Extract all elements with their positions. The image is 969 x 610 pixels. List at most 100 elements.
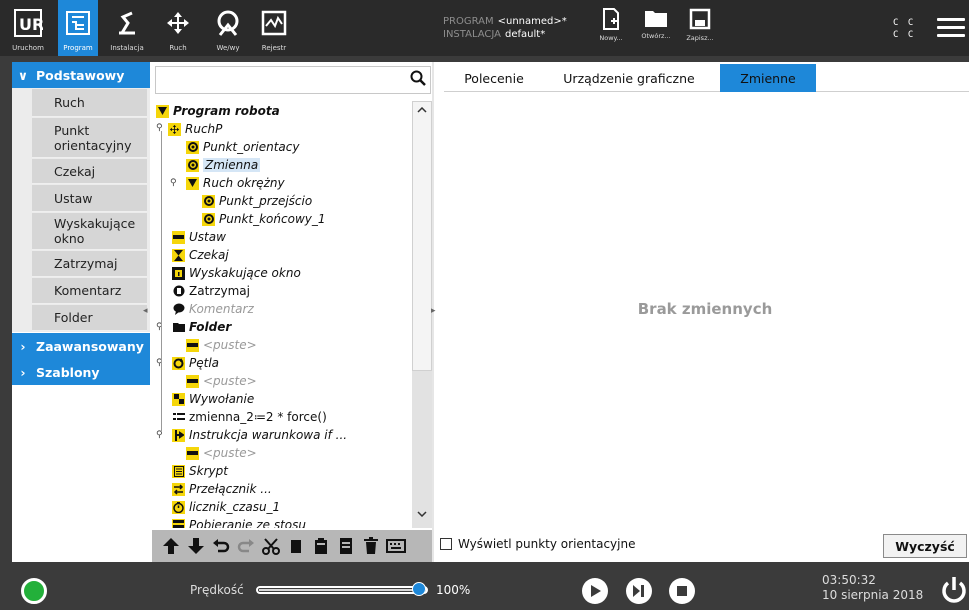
basic-item-set[interactable]: Ustaw bbox=[32, 185, 147, 212]
open-button[interactable]: Otwórz... bbox=[636, 8, 676, 52]
keyboard-icon[interactable] bbox=[383, 533, 408, 559]
new-button-label: Nowy... bbox=[599, 34, 623, 42]
tab-command[interactable]: Polecenie bbox=[444, 64, 544, 92]
chevron-down-icon[interactable] bbox=[412, 509, 432, 527]
speed-slider-knob[interactable] bbox=[412, 582, 426, 596]
nav-run[interactable]: UR Uruchom bbox=[0, 0, 56, 56]
category-advanced[interactable]: › Zaawansowany bbox=[12, 333, 150, 359]
program-icon bbox=[60, 6, 96, 40]
collapse-left-handle-icon[interactable]: ◂ bbox=[143, 306, 148, 316]
play-button[interactable] bbox=[582, 578, 608, 604]
nav-move-label: Ruch bbox=[169, 44, 187, 52]
paste-icon[interactable] bbox=[308, 533, 333, 559]
tree-root-label: Program robota bbox=[173, 104, 280, 118]
stop-icon bbox=[677, 586, 687, 596]
tree-node-call[interactable]: Wywołanie bbox=[172, 390, 254, 408]
step-button[interactable] bbox=[626, 578, 652, 604]
nav-installation-label: Instalacja bbox=[110, 44, 144, 52]
chevron-down-icon: ∨ bbox=[17, 67, 29, 83]
basic-item-wait[interactable]: Czekaj bbox=[32, 159, 147, 184]
timer-icon bbox=[172, 500, 185, 514]
tree-node-popup[interactable]: Wyskakujące okno bbox=[172, 264, 301, 282]
delete-icon[interactable] bbox=[358, 533, 383, 559]
tree-node-empty[interactable]: <puste> bbox=[186, 372, 257, 390]
nav-log[interactable]: Rejestr bbox=[256, 0, 292, 56]
tree-node-end-point[interactable]: Punkt_końcowy_1 bbox=[202, 210, 326, 228]
tree-node-set[interactable]: Ustaw bbox=[172, 228, 226, 246]
search-icon[interactable] bbox=[410, 70, 426, 90]
collapse-right-handle-icon[interactable]: ▸ bbox=[431, 306, 436, 316]
category-basic[interactable]: ∨ Podstawowy bbox=[12, 62, 150, 88]
copy-icon[interactable] bbox=[283, 533, 308, 559]
clock-date: 10 sierpnia 2018 bbox=[822, 588, 924, 602]
nav-io[interactable]: We/wy bbox=[210, 0, 246, 56]
tree-node-halt[interactable]: Zatrzymaj bbox=[172, 282, 250, 300]
category-templates[interactable]: › Szablony bbox=[12, 359, 150, 385]
move-up-icon[interactable] bbox=[158, 533, 183, 559]
search-box[interactable] bbox=[155, 66, 431, 94]
tree-node-pallet[interactable]: Pobieranie ze stosu bbox=[172, 516, 306, 528]
chevron-right-icon: › bbox=[20, 364, 26, 380]
tree-node-label: Wywołanie bbox=[189, 392, 255, 406]
tab-bar: Polecenie Urządzenie graficzne Zmienne bbox=[444, 62, 969, 92]
installation-icon bbox=[109, 6, 145, 40]
new-button[interactable]: Nowy... bbox=[591, 8, 631, 52]
basic-item-halt[interactable]: Zatrzymaj bbox=[32, 251, 147, 277]
hamburger-menu-icon[interactable] bbox=[937, 18, 965, 38]
speed-slider[interactable] bbox=[256, 582, 428, 596]
nav-program[interactable]: Program bbox=[58, 0, 98, 56]
tree-node-movep[interactable]: RuchP bbox=[168, 120, 222, 138]
suppress-icon[interactable] bbox=[333, 533, 358, 559]
nav-move[interactable]: Ruch bbox=[160, 0, 196, 56]
tab-graphics[interactable]: Urządzenie graficzne bbox=[550, 64, 708, 92]
tree-node-movec[interactable]: Ruch okrężny bbox=[186, 174, 285, 192]
tree-node-folder[interactable]: Folder bbox=[172, 318, 231, 336]
basic-item-popup[interactable]: Wyskakujące okno bbox=[32, 213, 147, 250]
basic-item-waypoint[interactable]: Punkt orientacyjny bbox=[32, 118, 147, 158]
show-waypoints-checkbox[interactable]: Wyświetl punkty orientacyjne bbox=[440, 537, 635, 551]
nav-io-label: We/wy bbox=[216, 44, 240, 52]
speed-slider-fill bbox=[259, 589, 423, 591]
search-input[interactable] bbox=[160, 67, 400, 91]
tree-scroll-thumb[interactable] bbox=[412, 101, 432, 371]
move-down-icon[interactable] bbox=[183, 533, 208, 559]
tree-node-empty[interactable]: <puste> bbox=[186, 444, 257, 462]
basic-item-move[interactable]: Ruch bbox=[32, 89, 147, 117]
pin-icon: ⚲ bbox=[156, 430, 163, 440]
tree-node-assignment[interactable]: zmienna_2≔2 * force() bbox=[172, 408, 327, 426]
tree-scrollbar[interactable] bbox=[412, 101, 432, 528]
tree-node-via-point[interactable]: Punkt_przejścio bbox=[202, 192, 312, 210]
basic-item-comment[interactable]: Komentarz bbox=[32, 278, 147, 304]
tree-node-waypoint[interactable]: Punkt_orientacy bbox=[186, 138, 299, 156]
redo-icon[interactable] bbox=[233, 533, 258, 559]
robot-power-status-icon[interactable] bbox=[21, 578, 47, 604]
io-icon bbox=[210, 6, 246, 40]
undo-icon[interactable] bbox=[208, 533, 233, 559]
clear-button[interactable]: Wyczyść bbox=[883, 534, 967, 558]
category-templates-label: Szablony bbox=[36, 364, 100, 380]
tree-node-script[interactable]: Skrypt bbox=[172, 462, 228, 480]
save-button[interactable]: Zapisz... bbox=[680, 8, 720, 52]
nav-installation[interactable]: Instalacja bbox=[104, 0, 150, 56]
tab-variables[interactable]: Zmienne bbox=[720, 64, 816, 92]
tree-node-loop[interactable]: Pętla bbox=[172, 354, 219, 372]
collapse-triangle-icon[interactable] bbox=[186, 176, 199, 190]
shutdown-icon[interactable] bbox=[940, 575, 968, 605]
cut-icon[interactable] bbox=[258, 533, 283, 559]
chevron-up-icon[interactable] bbox=[412, 105, 432, 123]
tree-node-if[interactable]: Instrukcja warunkowa if ... bbox=[172, 426, 347, 444]
collapse-triangle-icon[interactable] bbox=[156, 104, 169, 118]
tree-toolbar bbox=[152, 530, 432, 562]
checkbox-icon[interactable] bbox=[440, 538, 452, 550]
basic-item-folder[interactable]: Folder bbox=[32, 305, 147, 331]
installation-name: default* bbox=[505, 29, 546, 40]
tree-node-wait[interactable]: Czekaj bbox=[172, 246, 229, 264]
tree-node-timer[interactable]: licznik_czasu_1 bbox=[172, 498, 280, 516]
tree-root[interactable]: Program robota bbox=[156, 102, 280, 120]
tree-node-switch[interactable]: Przełącznik ... bbox=[172, 480, 272, 498]
stop-button[interactable] bbox=[669, 578, 695, 604]
tree-node-empty[interactable]: <puste> bbox=[186, 336, 257, 354]
tree-node-comment[interactable]: Komentarz bbox=[172, 300, 254, 318]
clock-time: 03:50:32 bbox=[822, 573, 876, 587]
tree-node-variable-waypoint[interactable]: Zmienna bbox=[186, 156, 261, 174]
